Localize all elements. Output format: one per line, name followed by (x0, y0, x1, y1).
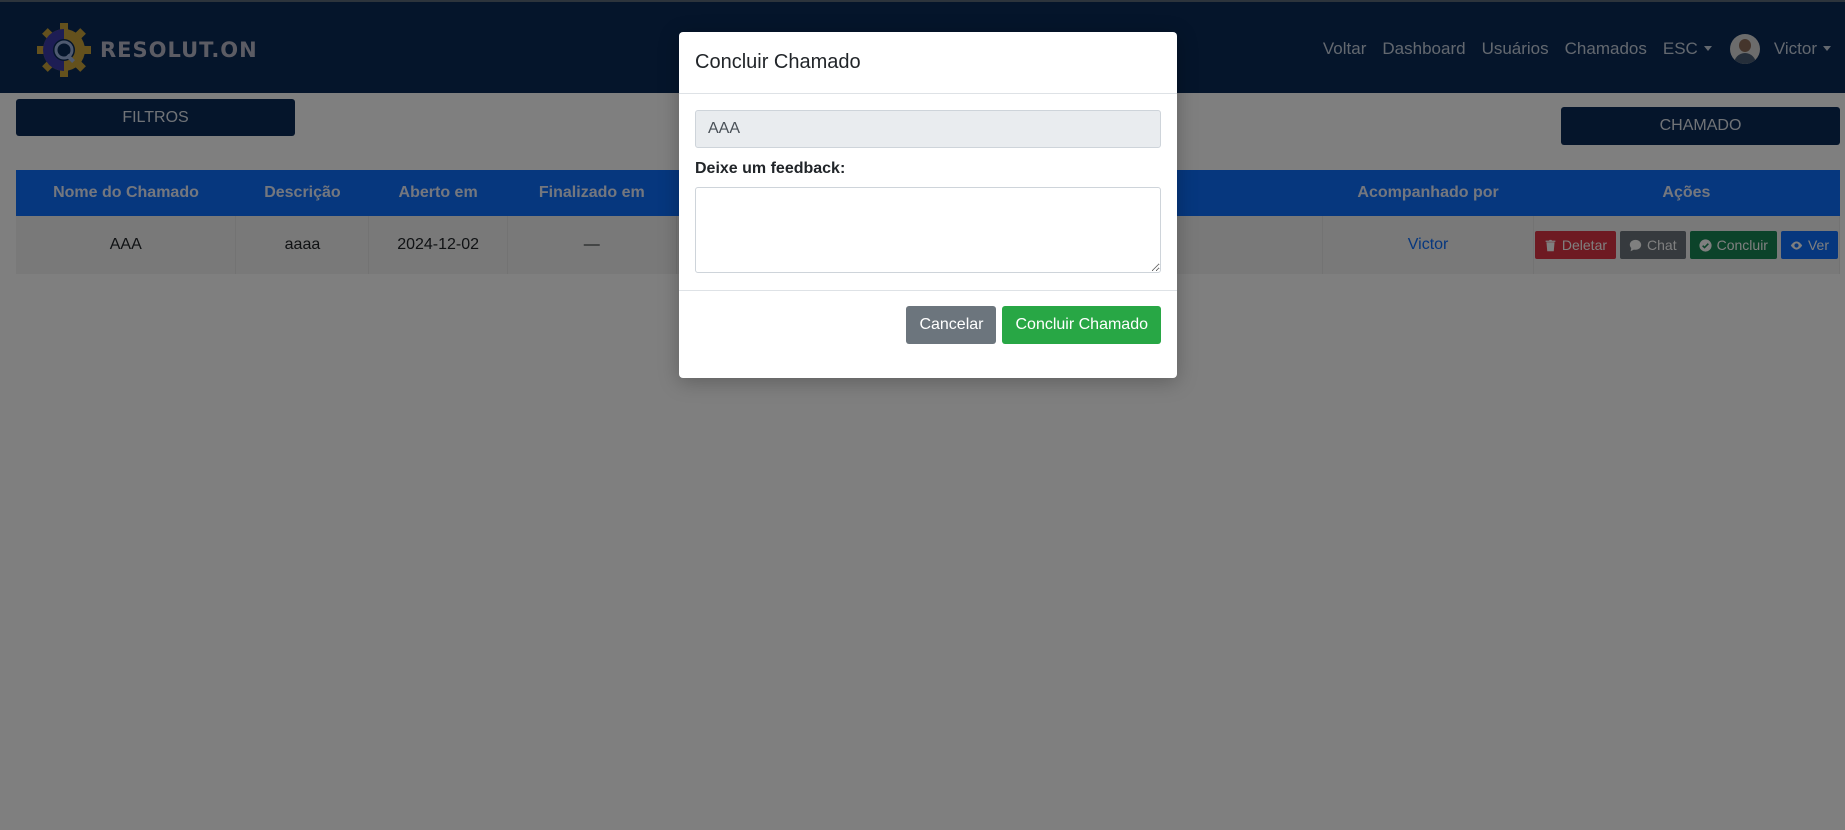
feedback-textarea[interactable] (695, 187, 1161, 273)
modal-footer: Cancelar Concluir Chamado (679, 290, 1177, 359)
feedback-label: Deixe um feedback: (695, 160, 846, 177)
modal-header: Concluir Chamado (679, 32, 1177, 94)
conclude-call-modal: Concluir Chamado AAA Deixe um feedback: … (679, 32, 1177, 378)
modal-body: AAA Deixe um feedback: (679, 94, 1177, 294)
call-name-field: AAA (695, 110, 1161, 148)
cancel-button[interactable]: Cancelar (906, 306, 997, 344)
modal-title: Concluir Chamado (695, 51, 861, 73)
confirm-conclude-button[interactable]: Concluir Chamado (1002, 306, 1161, 344)
